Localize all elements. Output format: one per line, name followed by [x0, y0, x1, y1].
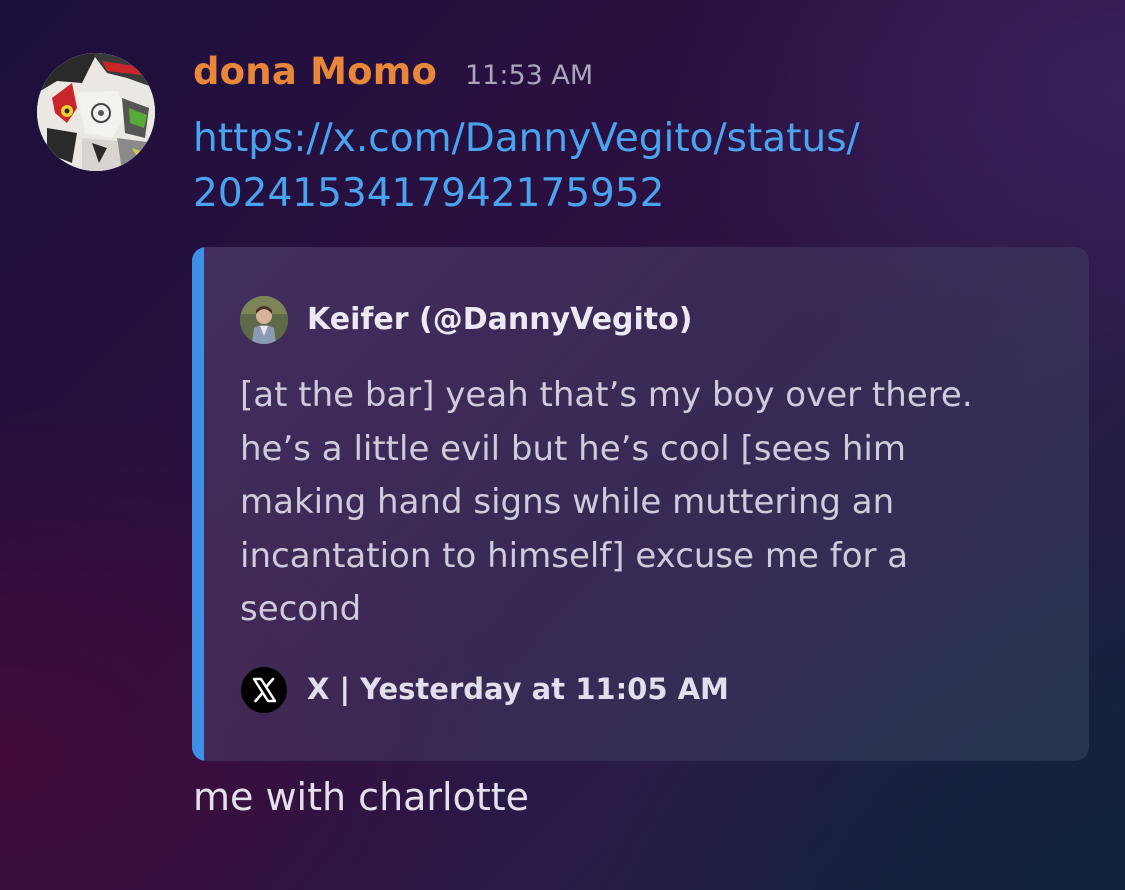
chat-message: dona Momo 11:53 AM https://x.com/DannyVe…	[0, 0, 1125, 890]
author-avatar[interactable]	[240, 296, 288, 344]
embed-accent-bar	[192, 247, 204, 761]
link-embed[interactable]: Keifer (@DannyVegito) [at the bar] yeah …	[192, 247, 1089, 761]
link-line-1[interactable]: https://x.com/DannyVegito/status/	[193, 111, 953, 166]
embed-author[interactable]: Keifer (@DannyVegito)	[307, 302, 692, 337]
embed-text-line: making hand signs while muttering an	[240, 482, 895, 522]
author-avatar-image	[240, 296, 288, 344]
message-timestamp: 11:53 AM	[465, 60, 594, 91]
embed-footer: X | Yesterday at 11:05 AM	[307, 672, 729, 706]
avatar[interactable]	[37, 53, 155, 171]
x-logo-icon	[241, 667, 287, 713]
embed-text-line: [at the bar] yeah that’s my boy over the…	[240, 375, 973, 415]
message-text: me with charlotte	[193, 775, 530, 819]
avatar-image	[37, 53, 155, 171]
embed-description: [at the bar] yeah that’s my boy over the…	[240, 369, 1040, 637]
embed-text-line: he’s a little evil but he’s cool [sees h…	[240, 428, 906, 469]
embed-text-line: incantation to himself] excuse me for a	[240, 535, 909, 576]
embed-text-line: second	[240, 589, 362, 629]
link-line-2[interactable]: 2024153417942175952	[193, 166, 953, 221]
username[interactable]: dona Momo	[193, 50, 437, 93]
message-link[interactable]: https://x.com/DannyVegito/status/ 202415…	[193, 111, 953, 221]
